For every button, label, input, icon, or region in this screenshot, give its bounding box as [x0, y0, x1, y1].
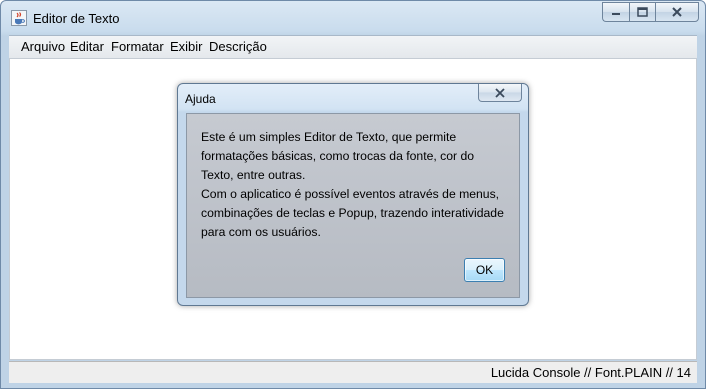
title-bar[interactable]: Editor de Texto	[1, 1, 705, 35]
close-icon	[672, 7, 682, 17]
menu-editar[interactable]: Editar	[70, 39, 104, 54]
maximize-icon	[637, 7, 648, 17]
java-cup-icon[interactable]	[11, 10, 27, 26]
message-line: Texto, entre outras.	[201, 168, 306, 182]
dialog-message-panel: Este é um simples Editor de Texto, que p…	[186, 113, 520, 298]
message-line: formatações básicas, como trocas da font…	[201, 149, 474, 163]
dialog-title: Ajuda	[185, 92, 216, 106]
minimize-icon	[612, 13, 620, 15]
close-icon	[495, 87, 505, 98]
font-status: Lucida Console // Font.PLAIN // 14	[490, 365, 691, 380]
menu-descricao[interactable]: Descrição	[209, 39, 267, 54]
dialog-close-button[interactable]	[478, 84, 522, 102]
message-line: combinações de teclas e Popup, trazendo …	[201, 206, 504, 220]
menu-arquivo[interactable]: Arquivo	[21, 39, 65, 54]
message-line: para com os usuários.	[201, 225, 321, 239]
message-line: Com o aplicatico é possível eventos atra…	[201, 187, 500, 201]
maximize-button[interactable]	[629, 2, 655, 22]
status-bar: Lucida Console // Font.PLAIN // 14	[9, 361, 697, 383]
window-title: Editor de Texto	[33, 11, 120, 26]
ok-button[interactable]: OK	[464, 258, 505, 282]
minimize-button[interactable]	[602, 2, 629, 22]
message-line: Este é um simples Editor de Texto, que p…	[201, 130, 457, 144]
close-button[interactable]	[655, 2, 699, 22]
menu-formatar[interactable]: Formatar	[111, 39, 164, 54]
window-controls	[602, 2, 699, 23]
menu-bar: Arquivo Editar Formatar Exibir Descrição	[9, 35, 697, 58]
help-dialog: Ajuda Este é um simples Editor de Texto,…	[177, 83, 529, 306]
menu-exibir[interactable]: Exibir	[170, 39, 203, 54]
